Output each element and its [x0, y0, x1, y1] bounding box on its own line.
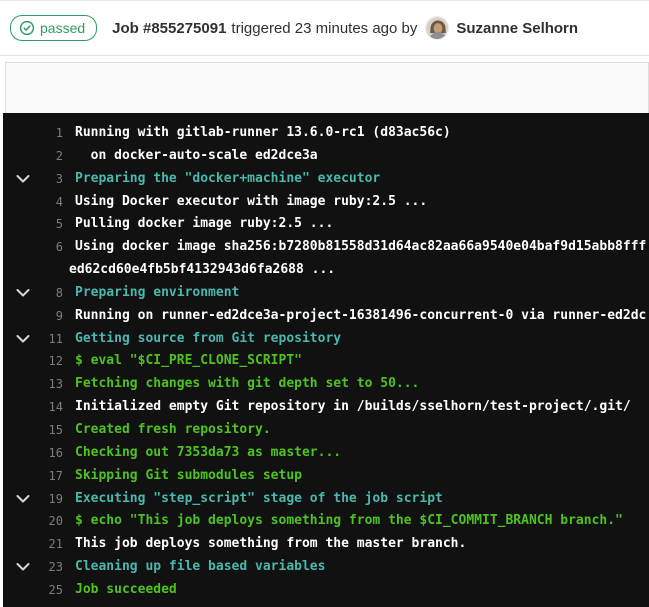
line-text: Running with gitlab-runner 13.6.0-rc1 (d…	[75, 122, 451, 145]
chevron-down-icon	[3, 259, 43, 282]
job-log: 1 Running with gitlab-runner 13.6.0-rc1 …	[3, 113, 649, 607]
log-line: 19 Executing "step_script" stage of the …	[3, 488, 649, 511]
line-text: on docker-auto-scale ed2dce3a	[75, 145, 318, 168]
chevron-down-icon	[3, 191, 43, 214]
chevron-down-icon	[3, 305, 43, 328]
line-number[interactable]: 4	[43, 191, 63, 214]
line-text: Using docker image sha256:b7280b81558d31…	[75, 236, 646, 259]
chevron-down-icon[interactable]	[3, 282, 43, 305]
line-number[interactable]: 6	[43, 236, 63, 259]
line-text: ed62cd60e4fb5bf4132943d6fa2688 ...	[69, 259, 335, 282]
log-line: 16 Checking out 7353da73 as master...	[3, 442, 649, 465]
line-number[interactable]: 13	[43, 373, 63, 396]
chevron-down-icon	[3, 465, 43, 488]
line-number[interactable]: 1	[43, 122, 63, 145]
line-text: This job deploys something from the mast…	[75, 533, 466, 556]
chevron-down-icon	[3, 533, 43, 556]
log-line: 9 Running on runner-ed2dce3a-project-163…	[3, 305, 649, 328]
job-sentence: Job #855275091 triggered 23 minutes ago …	[112, 16, 578, 40]
line-number[interactable]: 17	[43, 465, 63, 488]
line-number[interactable]: 16	[43, 442, 63, 465]
avatar[interactable]	[425, 16, 449, 40]
chevron-down-icon	[3, 236, 43, 259]
chevron-down-icon	[3, 510, 43, 533]
status-badge[interactable]: passed	[10, 15, 97, 41]
log-line: 1 Running with gitlab-runner 13.6.0-rc1 …	[3, 122, 649, 145]
line-text: Created fresh repository.	[75, 419, 271, 442]
chevron-down-icon[interactable]	[3, 168, 43, 191]
line-number[interactable]: 25	[43, 579, 63, 602]
chevron-down-icon[interactable]	[3, 488, 43, 511]
log-line: 14 Initialized empty Git repository in /…	[3, 396, 649, 419]
chevron-down-icon[interactable]	[3, 556, 43, 579]
log-line: 8 Preparing environment	[3, 282, 649, 305]
log-line: 3 Preparing the "docker+machine" executo…	[3, 168, 649, 191]
status-badge-label: passed	[40, 20, 85, 36]
line-text: Pulling docker image ruby:2.5 ...	[75, 213, 333, 236]
line-number[interactable]: 20	[43, 510, 63, 533]
chevron-down-icon	[3, 579, 43, 602]
line-number[interactable]: 23	[43, 556, 63, 579]
log-line: ed62cd60e4fb5bf4132943d6fa2688 ...	[3, 259, 649, 282]
log-line: 20 $ echo "This job deploys something fr…	[3, 510, 649, 533]
line-number[interactable]: 19	[43, 488, 63, 511]
job-id: Job #855275091	[112, 20, 226, 37]
log-line: 6 Using docker image sha256:b7280b81558d…	[3, 236, 649, 259]
line-text: $ eval "$CI_PRE_CLONE_SCRIPT"	[75, 350, 302, 373]
line-text: Job succeeded	[75, 579, 177, 602]
line-number[interactable]: 21	[43, 533, 63, 556]
chevron-down-icon[interactable]	[3, 328, 43, 351]
line-text: Checking out 7353da73 as master...	[75, 442, 341, 465]
chevron-down-icon	[3, 442, 43, 465]
line-text: $ echo "This job deploys something from …	[75, 510, 623, 533]
chevron-down-icon	[3, 213, 43, 236]
log-line: 21 This job deploys something from the m…	[3, 533, 649, 556]
line-number[interactable]: 15	[43, 419, 63, 442]
job-header: passed Job #855275091 triggered 23 minut…	[0, 1, 649, 56]
line-text: Initialized empty Git repository in /bui…	[75, 396, 631, 419]
line-number[interactable]: 14	[43, 396, 63, 419]
log-top-panel	[5, 62, 649, 113]
log-line: 17 Skipping Git submodules setup	[3, 465, 649, 488]
line-text: Running on runner-ed2dce3a-project-16381…	[75, 305, 646, 328]
line-number[interactable]: 9	[43, 305, 63, 328]
chevron-down-icon	[3, 122, 43, 145]
chevron-down-icon	[3, 145, 43, 168]
line-number[interactable]: 11	[43, 328, 63, 351]
log-line: 11 Getting source from Git repository	[3, 328, 649, 351]
line-text: Cleaning up file based variables	[75, 556, 325, 579]
line-text: Preparing environment	[75, 282, 239, 305]
check-circle-icon	[19, 20, 35, 36]
line-text: Skipping Git submodules setup	[75, 465, 302, 488]
job-triggered-text: triggered 23 minutes ago by	[231, 20, 417, 37]
log-line: 4 Using Docker executor with image ruby:…	[3, 191, 649, 214]
log-line: 5 Pulling docker image ruby:2.5 ...	[3, 213, 649, 236]
chevron-down-icon	[3, 419, 43, 442]
line-number[interactable]: 2	[43, 145, 63, 168]
log-line: 13 Fetching changes with git depth set t…	[3, 373, 649, 396]
log-line: 2 on docker-auto-scale ed2dce3a	[3, 145, 649, 168]
log-line: 25 Job succeeded	[3, 579, 649, 602]
line-text: Getting source from Git repository	[75, 328, 341, 351]
line-number[interactable]	[43, 259, 63, 282]
line-text: Using Docker executor with image ruby:2.…	[75, 191, 427, 214]
log-line: 12 $ eval "$CI_PRE_CLONE_SCRIPT"	[3, 350, 649, 373]
line-number[interactable]: 3	[43, 168, 63, 191]
line-number[interactable]: 5	[43, 213, 63, 236]
log-line: 23 Cleaning up file based variables	[3, 556, 649, 579]
line-text: Fetching changes with git depth set to 5…	[75, 373, 419, 396]
line-text: Preparing the "docker+machine" executor	[75, 168, 380, 191]
chevron-down-icon	[3, 350, 43, 373]
user-name[interactable]: Suzanne Selhorn	[456, 20, 578, 37]
log-line: 15 Created fresh repository.	[3, 419, 649, 442]
line-number[interactable]: 12	[43, 350, 63, 373]
line-text: Executing "step_script" stage of the job…	[75, 488, 443, 511]
line-number[interactable]: 8	[43, 282, 63, 305]
chevron-down-icon	[3, 373, 43, 396]
chevron-down-icon	[3, 396, 43, 419]
